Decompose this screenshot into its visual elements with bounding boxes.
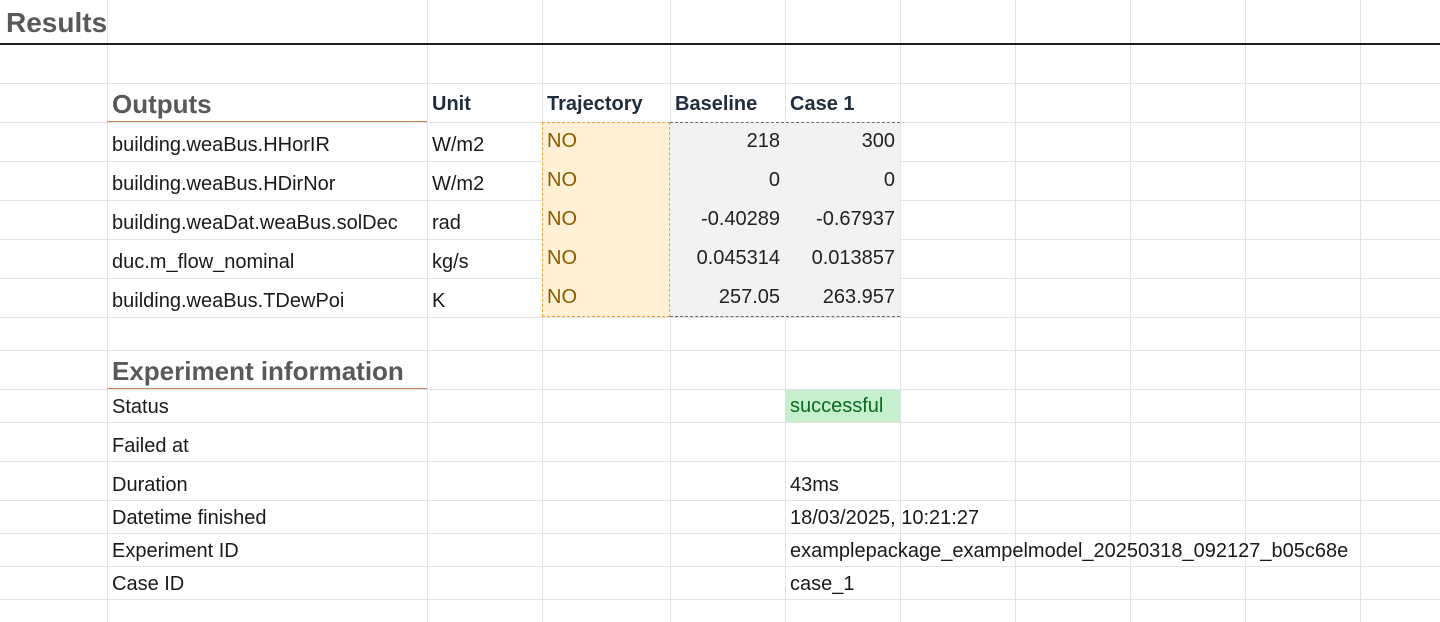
output-name[interactable]: building.weaDat.weaBus.solDec — [107, 204, 427, 243]
experiment-value[interactable]: 18/03/2025, 10:21:27 — [785, 500, 1085, 536]
output-baseline-value[interactable]: 257.05 — [670, 278, 785, 317]
output-baseline-value[interactable]: 0.045314 — [670, 239, 785, 278]
title-underline — [0, 43, 1440, 45]
output-baseline-value[interactable]: -0.40289 — [670, 200, 785, 239]
experiment-value[interactable]: examplepackage_exampelmodel_20250318_092… — [785, 533, 1435, 569]
experiment-value[interactable]: case_1 — [785, 566, 1015, 602]
output-trajectory[interactable]: NO — [542, 161, 670, 200]
output-unit[interactable]: W/m2 — [427, 126, 542, 165]
sheet-title: Results — [6, 7, 108, 38]
outputs-section-title: Outputs — [112, 88, 212, 119]
column-header-baseline[interactable]: Baseline — [670, 86, 785, 122]
experiment-label[interactable]: Status — [107, 389, 427, 425]
experiment-value[interactable] — [785, 428, 900, 464]
output-name[interactable]: building.weaBus.HDirNor — [107, 165, 427, 204]
experiment-label[interactable]: Case ID — [107, 566, 427, 602]
output-case-1-value[interactable]: 300 — [785, 122, 900, 161]
column-header-trajectory[interactable]: Trajectory — [542, 86, 670, 122]
experiment-label[interactable]: Failed at — [107, 428, 427, 464]
status-badge[interactable]: successful — [785, 390, 900, 422]
output-case-1-value[interactable]: 263.957 — [785, 278, 900, 317]
experiment-value[interactable]: 43ms — [785, 467, 1015, 503]
experiment-label[interactable]: Duration — [107, 467, 427, 503]
output-baseline-value[interactable]: 0 — [670, 161, 785, 200]
output-baseline-value[interactable]: 218 — [670, 122, 785, 161]
output-trajectory[interactable]: NO — [542, 122, 670, 161]
output-trajectory[interactable]: NO — [542, 239, 670, 278]
outputs-section-rule — [107, 121, 427, 122]
output-trajectory[interactable]: NO — [542, 200, 670, 239]
output-unit[interactable]: K — [427, 282, 542, 321]
output-name[interactable]: building.weaBus.TDewPoi — [107, 282, 427, 321]
experiment-section-title: Experiment information — [112, 355, 404, 386]
column-header-case-1[interactable]: Case 1 — [785, 86, 900, 122]
output-case-1-value[interactable]: 0 — [785, 161, 900, 200]
output-unit[interactable]: rad — [427, 204, 542, 243]
output-trajectory[interactable]: NO — [542, 278, 670, 317]
output-case-1-value[interactable]: 0.013857 — [785, 239, 900, 278]
column-header-unit[interactable]: Unit — [427, 86, 542, 122]
experiment-label[interactable]: Experiment ID — [107, 533, 427, 569]
output-case-1-value[interactable]: -0.67937 — [785, 200, 900, 239]
output-name[interactable]: duc.m_flow_nominal — [107, 243, 427, 282]
output-unit[interactable]: kg/s — [427, 243, 542, 282]
experiment-label[interactable]: Datetime finished — [107, 500, 427, 536]
output-name[interactable]: building.weaBus.HHorIR — [107, 126, 427, 165]
output-unit[interactable]: W/m2 — [427, 165, 542, 204]
